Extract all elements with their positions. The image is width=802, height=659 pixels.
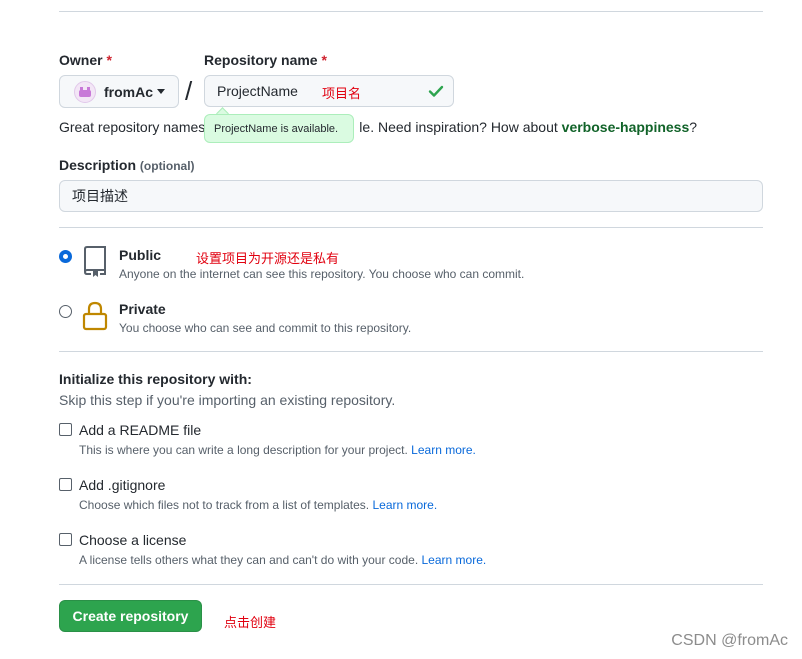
owner-dropdown-button[interactable]: fromAc bbox=[59, 75, 179, 108]
gitignore-learn-more-link[interactable]: Learn more. bbox=[372, 498, 437, 512]
owner-repo-separator: / bbox=[185, 76, 193, 106]
repo-name-label: Repository name * bbox=[204, 52, 327, 68]
gitignore-desc: Choose which files not to track from a l… bbox=[79, 498, 438, 512]
private-title: Private bbox=[119, 301, 166, 317]
init-subtitle: Skip this step if you're importing an ex… bbox=[59, 392, 396, 408]
gitignore-title: Add .gitignore bbox=[79, 477, 166, 493]
readme-desc: This is where you can write a long descr… bbox=[79, 443, 476, 457]
description-value: 项目描述 bbox=[72, 188, 128, 204]
caret-down-icon bbox=[157, 89, 166, 94]
suggestion-link[interactable]: verbose-happiness bbox=[562, 119, 690, 135]
repo-name-hint: Great repository names le. Need inspirati… bbox=[59, 119, 698, 135]
watermark: CSDN @fromAc bbox=[671, 632, 788, 649]
repo-name-value: ProjectName bbox=[217, 83, 298, 99]
license-learn-more-link[interactable]: Learn more. bbox=[422, 553, 487, 567]
readme-learn-more-link[interactable]: Learn more. bbox=[411, 443, 476, 457]
license-title: Choose a license bbox=[79, 532, 187, 548]
availability-tooltip: ProjectName is available. bbox=[204, 114, 354, 143]
check-icon bbox=[428, 85, 444, 97]
avatar bbox=[74, 80, 96, 103]
repo-icon bbox=[84, 246, 106, 277]
public-desc: Anyone on the internet can see this repo… bbox=[119, 267, 525, 281]
owner-label: Owner * bbox=[59, 52, 112, 68]
owner-name: fromAc bbox=[104, 83, 154, 100]
init-title: Initialize this repository with: bbox=[59, 371, 252, 387]
description-label: Description (optional) bbox=[59, 157, 195, 173]
visibility-divider-bottom bbox=[59, 351, 763, 352]
readme-checkbox[interactable] bbox=[59, 423, 72, 436]
license-desc: A license tells others what they can and… bbox=[79, 553, 487, 567]
visibility-annotation: 设置项目为开源还是私有 bbox=[196, 251, 340, 266]
private-radio[interactable] bbox=[59, 305, 72, 318]
submit-divider bbox=[59, 584, 763, 585]
create-repository-button[interactable]: Create repository bbox=[59, 600, 202, 632]
public-radio[interactable] bbox=[59, 250, 72, 263]
private-desc: You choose who can see and commit to thi… bbox=[119, 321, 412, 335]
create-annotation: 点击创建 bbox=[224, 615, 277, 630]
description-input[interactable]: 项目描述 bbox=[59, 180, 763, 212]
visibility-divider-top bbox=[59, 227, 763, 228]
license-checkbox[interactable] bbox=[59, 533, 72, 546]
avatar-icon bbox=[79, 86, 91, 97]
top-divider bbox=[59, 11, 763, 12]
readme-title: Add a README file bbox=[79, 422, 202, 438]
gitignore-checkbox[interactable] bbox=[59, 478, 72, 491]
lock-icon bbox=[82, 301, 108, 331]
public-title: Public bbox=[119, 247, 162, 263]
repo-name-annotation: 项目名 bbox=[322, 86, 362, 101]
